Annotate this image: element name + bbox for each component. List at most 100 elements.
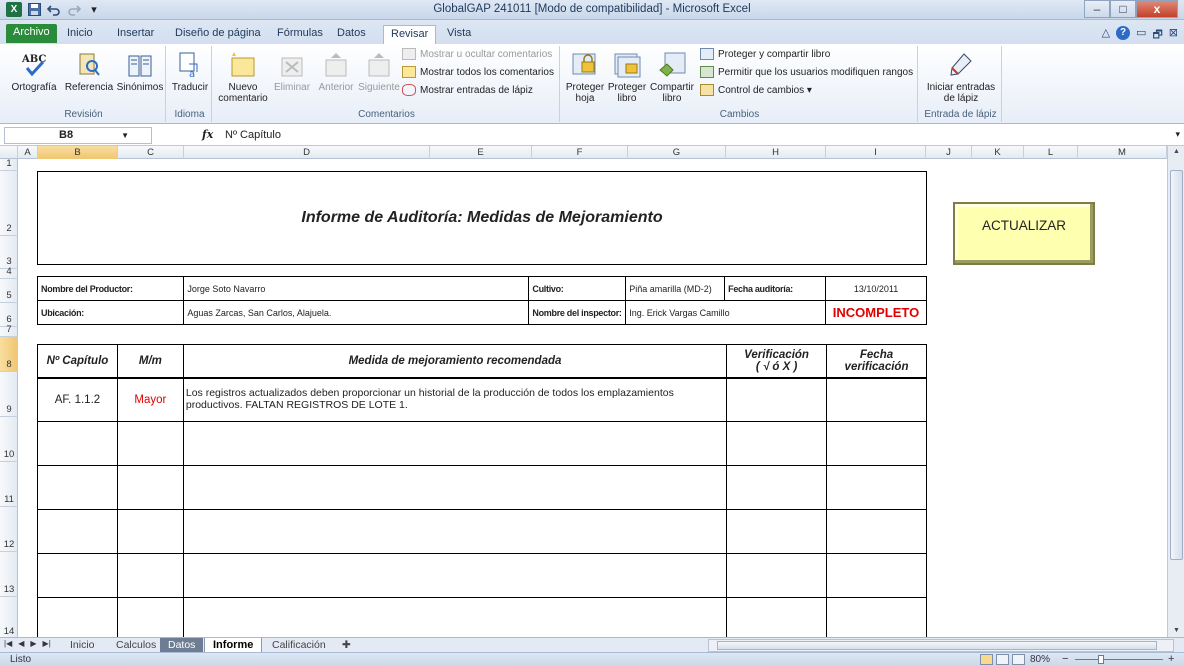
inspector-value[interactable]: Ing. Erick Vargas Camillo bbox=[625, 300, 827, 325]
cell-empty[interactable] bbox=[826, 553, 927, 598]
zoom-in-button[interactable]: + bbox=[1168, 653, 1174, 665]
cell-empty[interactable] bbox=[826, 421, 927, 466]
tab-insertar[interactable]: Insertar bbox=[110, 25, 161, 44]
row-header[interactable]: 1 bbox=[0, 158, 18, 171]
delete-comment-button[interactable]: Eliminar bbox=[270, 50, 314, 93]
header-capitulo[interactable]: Nº Capítulo bbox=[37, 344, 118, 379]
tab-datos[interactable]: Datos bbox=[330, 25, 373, 44]
protect-share-button[interactable]: Proteger y compartir libro bbox=[700, 48, 830, 60]
zoom-slider[interactable] bbox=[1075, 659, 1163, 660]
sheet-tab-informe[interactable]: Informe bbox=[204, 638, 263, 653]
cell-empty[interactable] bbox=[37, 421, 118, 466]
translate-button[interactable]: a Traducir bbox=[170, 50, 210, 93]
tab-archivo[interactable]: Archivo bbox=[6, 24, 57, 43]
sheet-tab-datos[interactable]: Datos bbox=[160, 638, 204, 653]
cell-fecha-verificacion[interactable] bbox=[826, 377, 927, 422]
cell-empty[interactable] bbox=[37, 597, 118, 637]
column-header[interactable]: F bbox=[532, 146, 628, 159]
cell-verificacion[interactable] bbox=[726, 377, 828, 422]
tab-revisar[interactable]: Revisar bbox=[383, 25, 437, 44]
column-header[interactable]: M bbox=[1078, 146, 1167, 159]
row-header[interactable]: 13 bbox=[0, 552, 18, 597]
column-header[interactable]: G bbox=[628, 146, 726, 159]
scroll-up-icon[interactable]: ▲ bbox=[1168, 146, 1184, 158]
row-header[interactable]: 7 bbox=[0, 324, 18, 337]
row-header[interactable]: 3 bbox=[0, 236, 18, 269]
row-header[interactable]: 12 bbox=[0, 507, 18, 552]
cell-empty[interactable] bbox=[726, 553, 828, 598]
zoom-slider-handle[interactable] bbox=[1098, 655, 1104, 664]
horizontal-scroll-thumb[interactable] bbox=[717, 641, 1157, 650]
formula-input[interactable]: Nº Capítulo bbox=[225, 129, 281, 141]
cell-empty[interactable] bbox=[826, 509, 927, 554]
share-workbook-button[interactable]: Compartir libro bbox=[648, 50, 696, 104]
normal-view-icon[interactable] bbox=[980, 654, 993, 665]
cell-empty[interactable] bbox=[182, 509, 728, 554]
insert-function-icon[interactable]: fx bbox=[202, 128, 213, 141]
cultivo-value[interactable]: Piña amarilla (MD-2) bbox=[625, 276, 726, 301]
window-restore-icon[interactable]: 🗗 bbox=[1152, 26, 1162, 45]
name-box[interactable]: B8 ▼ bbox=[4, 127, 152, 144]
window-close-icon[interactable]: ⊠ bbox=[1169, 26, 1178, 45]
window-minimize-icon[interactable]: ▭ bbox=[1136, 26, 1146, 45]
cell-empty[interactable] bbox=[726, 421, 828, 466]
cell-empty[interactable] bbox=[182, 465, 728, 510]
expand-formula-bar-icon[interactable]: ▾ bbox=[1175, 129, 1180, 140]
protect-sheet-button[interactable]: Proteger hoja bbox=[564, 50, 606, 104]
show-ink-button[interactable]: Mostrar entradas de lápiz bbox=[402, 84, 533, 96]
sheet-tab-inicio[interactable]: Inicio bbox=[62, 638, 103, 653]
start-inking-button[interactable]: Iniciar entradas de lápiz bbox=[922, 50, 1000, 104]
row-header[interactable]: 14 bbox=[0, 597, 18, 637]
scroll-down-icon[interactable]: ▼ bbox=[1168, 625, 1184, 637]
tab-diseno-pagina[interactable]: Diseño de página bbox=[168, 25, 268, 44]
help-icon[interactable]: ? bbox=[1116, 26, 1131, 40]
cell-empty[interactable] bbox=[726, 465, 828, 510]
last-sheet-icon[interactable]: ▶| bbox=[43, 639, 51, 648]
new-comment-button[interactable]: Nuevo comentario bbox=[218, 50, 268, 104]
ubicacion-value[interactable]: Aguas Zarcas, San Carlos, Alajuela. bbox=[183, 300, 530, 325]
cell-empty[interactable] bbox=[116, 553, 184, 598]
cell-mm[interactable]: Mayor bbox=[116, 377, 184, 422]
track-changes-button[interactable]: Control de cambios ▾ bbox=[700, 84, 812, 96]
cell-empty[interactable] bbox=[182, 421, 728, 466]
next-sheet-icon[interactable]: ▶ bbox=[30, 639, 36, 648]
cell-capitulo[interactable]: AF. 1.1.2 bbox=[37, 377, 118, 422]
column-header[interactable]: H bbox=[726, 146, 826, 159]
cell-empty[interactable] bbox=[116, 421, 184, 466]
row-header[interactable]: 5 bbox=[0, 279, 18, 303]
page-break-view-icon[interactable] bbox=[1012, 654, 1025, 665]
cell-empty[interactable] bbox=[182, 597, 728, 637]
column-header[interactable]: B bbox=[38, 146, 118, 159]
column-header[interactable]: A bbox=[18, 146, 38, 159]
page-layout-view-icon[interactable] bbox=[996, 654, 1009, 665]
previous-comment-button[interactable]: Anterior bbox=[314, 50, 358, 93]
row-header[interactable]: 8 bbox=[0, 337, 18, 372]
vertical-scroll-thumb[interactable] bbox=[1170, 170, 1183, 560]
zoom-out-button[interactable]: − bbox=[1062, 653, 1068, 665]
sheet-tab-calculos[interactable]: Calculos bbox=[108, 638, 164, 653]
cell-empty[interactable] bbox=[726, 509, 828, 554]
row-header[interactable]: 4 bbox=[0, 266, 18, 279]
allow-edit-ranges-button[interactable]: Permitir que los usuarios modifiquen ran… bbox=[700, 66, 913, 78]
row-header[interactable]: 11 bbox=[0, 462, 18, 507]
tab-formulas[interactable]: Fórmulas bbox=[270, 25, 330, 44]
cell-empty[interactable] bbox=[116, 597, 184, 637]
next-comment-button[interactable]: Siguiente bbox=[356, 50, 402, 93]
cell-empty[interactable] bbox=[116, 465, 184, 510]
research-button[interactable]: Referencia bbox=[62, 50, 116, 93]
vertical-scrollbar[interactable]: ▲ ▼ bbox=[1167, 146, 1184, 637]
column-header[interactable]: I bbox=[826, 146, 926, 159]
fecha-value[interactable]: 13/10/2011 bbox=[825, 276, 927, 301]
zoom-level[interactable]: 80% bbox=[1030, 654, 1050, 665]
column-header[interactable]: E bbox=[430, 146, 532, 159]
row-header[interactable]: 10 bbox=[0, 417, 18, 462]
actualizar-button[interactable]: ACTUALIZAR bbox=[953, 202, 1095, 265]
cell-empty[interactable] bbox=[37, 465, 118, 510]
maximize-button[interactable]: □ bbox=[1110, 0, 1136, 18]
protect-workbook-button[interactable]: Proteger libro bbox=[606, 50, 648, 104]
thesaurus-button[interactable]: Sinónimos bbox=[116, 50, 164, 93]
row-header[interactable]: 2 bbox=[0, 171, 18, 236]
minimize-button[interactable]: – bbox=[1084, 0, 1110, 18]
cell-empty[interactable] bbox=[116, 509, 184, 554]
column-header[interactable]: J bbox=[926, 146, 972, 159]
